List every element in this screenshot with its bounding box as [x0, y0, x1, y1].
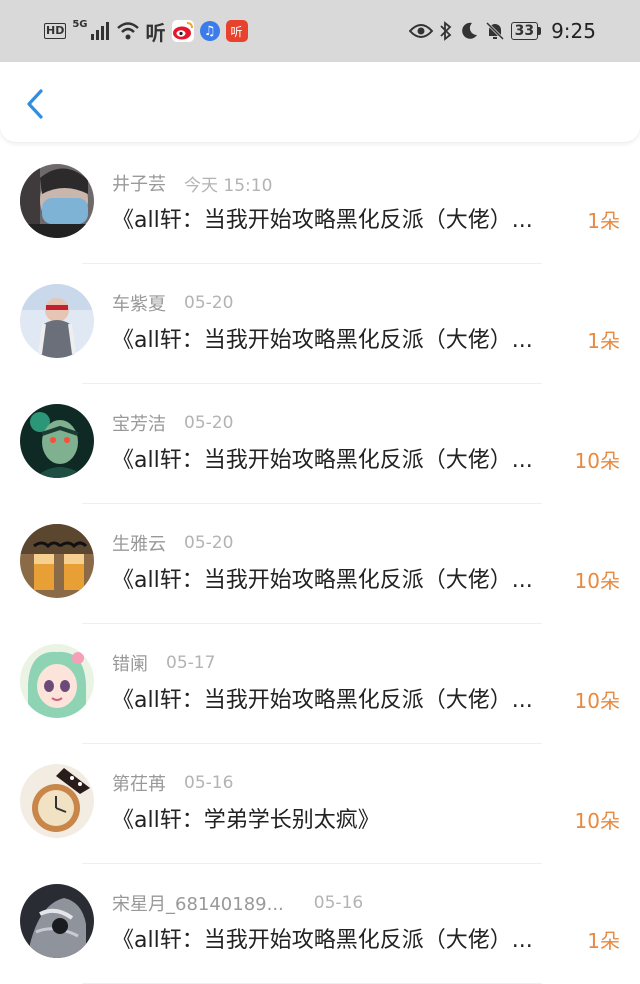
timestamp: 今天 15:10 — [184, 175, 273, 196]
weibo-icon — [171, 20, 194, 42]
avatar[interactable] — [20, 764, 94, 838]
chevron-left-icon — [27, 89, 43, 119]
user-name[interactable]: 第茌苒 — [112, 770, 166, 796]
book-title[interactable]: 《all轩：当我开始攻略黑化反派（大佬）... — [112, 564, 568, 598]
wifi-icon — [116, 22, 139, 40]
avatar[interactable] — [20, 524, 94, 598]
flower-count: 10朵 — [574, 569, 620, 593]
bluetooth-icon — [439, 21, 451, 41]
list-item[interactable]: 车紫夏 05-20 《all轩：当我开始攻略黑化反派（大佬）... 1朵 — [0, 264, 640, 384]
flower-count: 1朵 — [587, 329, 620, 353]
flower-count: 1朵 — [587, 929, 620, 953]
signal-icon — [90, 22, 109, 40]
flower-count: 1朵 — [587, 209, 620, 233]
status-time: 9:25 — [551, 19, 596, 43]
timestamp: 05-16 — [184, 773, 234, 793]
music-icon: ♫ — [199, 21, 220, 41]
avatar[interactable] — [20, 884, 94, 958]
moon-icon — [461, 22, 477, 39]
user-name[interactable]: 错阑 — [112, 650, 148, 676]
timestamp: 05-16 — [313, 893, 364, 913]
list-item[interactable]: 宝芳洁 05-20 《all轩：当我开始攻略黑化反派（大佬）... 10朵 — [0, 384, 640, 504]
back-button[interactable] — [18, 84, 52, 124]
avatar[interactable] — [20, 164, 94, 238]
book-title[interactable]: 《all轩：当我开始攻略黑化反派（大佬）... — [112, 324, 568, 358]
user-name[interactable]: 宝芳洁 — [112, 410, 166, 436]
user-name[interactable]: 车紫夏 — [112, 290, 166, 316]
avatar[interactable] — [20, 284, 94, 358]
item-meta: 宋星月_68140189... 05-16 — [112, 890, 363, 916]
timestamp: 05-20 — [184, 533, 234, 553]
item-meta: 井子芸 今天 15:10 — [112, 170, 272, 196]
book-title[interactable]: 《all轩：当我开始攻略黑化反派（大佬）... — [112, 204, 568, 238]
mute-bell-icon — [485, 21, 504, 41]
user-name[interactable]: 宋星月_68140189... — [112, 890, 284, 916]
nav-bar — [0, 62, 640, 142]
gift-list: 井子芸 今天 15:10 《all轩：当我开始攻略黑化反派（大佬）... 1朵 … — [0, 144, 640, 984]
list-item[interactable]: 错阑 05-17 《all轩：当我开始攻略黑化反派（大佬）... 10朵 — [0, 624, 640, 744]
battery-level: 33 — [510, 22, 539, 40]
hd-icon: HD — [44, 23, 67, 39]
timestamp: 05-17 — [166, 653, 216, 673]
user-name[interactable]: 生雅云 — [112, 530, 166, 556]
book-title[interactable]: 《all轩：当我开始攻略黑化反派（大佬）... — [112, 684, 568, 718]
item-meta: 错阑 05-17 — [112, 650, 215, 676]
listen-red-icon: 听 — [225, 20, 248, 42]
status-left: HD 5G 听 ♫ 听 — [44, 17, 248, 46]
signal-label: 5G — [72, 18, 88, 30]
book-title[interactable]: 《all轩：学弟学长别太疯》 — [112, 804, 568, 838]
list-item[interactable]: 生雅云 05-20 《all轩：当我开始攻略黑化反派（大佬）... 10朵 — [0, 504, 640, 624]
list-item[interactable]: 第茌苒 05-16 《all轩：学弟学长别太疯》 10朵 — [0, 744, 640, 864]
avatar[interactable] — [20, 404, 94, 478]
user-name[interactable]: 井子芸 — [112, 170, 166, 196]
timestamp: 05-20 — [184, 293, 234, 313]
listen-app-icon: 听 — [145, 20, 166, 45]
list-item[interactable]: 宋星月_68140189... 05-16 《all轩：当我开始攻略黑化反派（大… — [0, 864, 640, 984]
item-meta: 第茌苒 05-16 — [112, 770, 233, 796]
item-meta: 生雅云 05-20 — [112, 530, 233, 556]
flower-count: 10朵 — [574, 449, 620, 473]
book-title[interactable]: 《all轩：当我开始攻略黑化反派（大佬）... — [112, 924, 568, 958]
book-title[interactable]: 《all轩：当我开始攻略黑化反派（大佬）... — [112, 444, 568, 478]
battery-icon: 33 — [510, 22, 542, 40]
avatar[interactable] — [20, 644, 94, 718]
eye-icon — [408, 24, 433, 38]
flower-count: 10朵 — [574, 689, 620, 713]
list-item[interactable]: 井子芸 今天 15:10 《all轩：当我开始攻略黑化反派（大佬）... 1朵 — [0, 144, 640, 264]
item-meta: 宝芳洁 05-20 — [112, 410, 233, 436]
status-right: 33 9:25 — [408, 19, 596, 43]
status-bar: HD 5G 听 ♫ 听 33 9:25 — [0, 0, 640, 62]
flower-count: 10朵 — [574, 809, 620, 833]
timestamp: 05-20 — [184, 413, 234, 433]
item-meta: 车紫夏 05-20 — [112, 290, 233, 316]
